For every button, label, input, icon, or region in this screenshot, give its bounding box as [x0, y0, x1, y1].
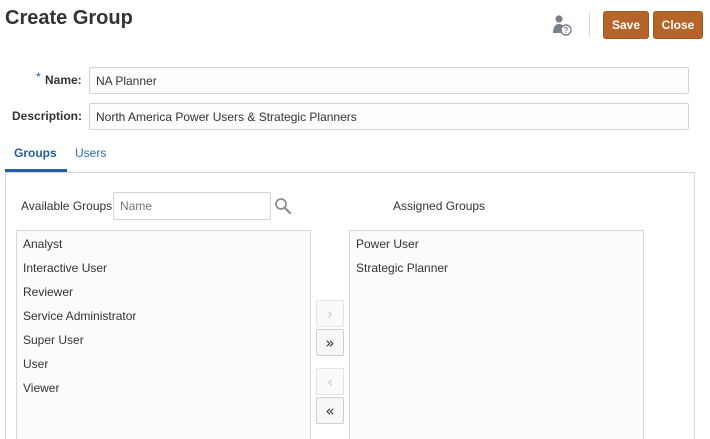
group-search-input[interactable]	[113, 192, 271, 220]
list-item[interactable]: Reviewer	[17, 280, 310, 304]
tab-users[interactable]: Users	[75, 146, 106, 160]
remove-selected-button[interactable]: ‹	[316, 368, 344, 395]
list-item[interactable]: Power User	[350, 232, 643, 256]
list-item[interactable]: Analyst	[17, 232, 310, 256]
user-help-icon[interactable]: ?	[552, 14, 572, 36]
move-selected-button[interactable]: ›	[316, 300, 344, 327]
magnifier-icon[interactable]	[274, 197, 292, 215]
svg-text:?: ?	[564, 26, 569, 35]
description-label: Description:	[12, 109, 83, 123]
move-all-button[interactable]: »	[316, 329, 344, 356]
close-button[interactable]: Close	[653, 11, 703, 39]
page-title: Create Group	[5, 7, 133, 29]
available-groups-list[interactable]: Analyst Interactive User Reviewer Servic…	[16, 230, 311, 439]
list-item[interactable]: Super User	[17, 328, 310, 352]
list-item[interactable]: Strategic Planner	[350, 256, 643, 280]
remove-all-button[interactable]: «	[316, 397, 344, 424]
required-marker: *	[36, 70, 41, 84]
save-button[interactable]: Save	[603, 11, 649, 39]
assigned-groups-list[interactable]: Power User Strategic Planner	[349, 230, 644, 439]
name-field[interactable]	[89, 67, 689, 94]
description-field[interactable]	[89, 103, 689, 130]
available-groups-label: Available Groups	[21, 199, 113, 213]
list-item[interactable]: Service Administrator	[17, 304, 310, 328]
list-item[interactable]: Interactive User	[17, 256, 310, 280]
list-item[interactable]: User	[17, 352, 310, 376]
name-label: Name:	[45, 73, 82, 87]
toolbar-divider	[589, 13, 590, 37]
tab-groups[interactable]: Groups	[14, 146, 57, 160]
list-item[interactable]: Viewer	[17, 376, 310, 400]
assigned-groups-label: Assigned Groups	[393, 199, 486, 213]
